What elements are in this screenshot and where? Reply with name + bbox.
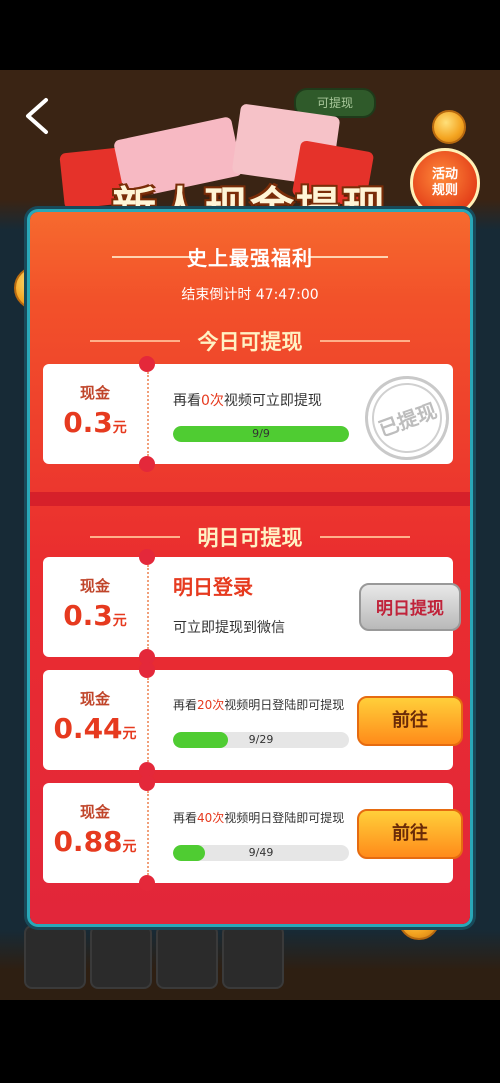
chevron-left-icon [26, 98, 48, 134]
go-button[interactable]: 前往 [357, 809, 463, 859]
task-suffix: 视频可立即提现 [223, 393, 322, 409]
task-description: 再看0次视频可立即提现 [173, 390, 322, 410]
login-title: 明日登录 [173, 575, 253, 599]
cash-label: 现金 [79, 384, 110, 402]
tomorrow-task-card: 现金 0.88元 再看40次视频明日登陆即可提现 9/49 前往 [43, 775, 463, 891]
withdraw-tomorrow-button[interactable]: 明日提现 [359, 583, 461, 631]
pet-slot [90, 925, 152, 989]
card-notch [139, 356, 155, 372]
activity-rules-button[interactable]: 活动 规则 [410, 148, 480, 218]
cash-label: 现金 [79, 803, 110, 821]
amount-value: 0.44 [53, 712, 123, 745]
cash-amount: 0.3元 [43, 599, 147, 632]
divider [147, 565, 149, 649]
cash-amount: 0.3元 [43, 406, 147, 439]
divider [147, 678, 149, 762]
task-count: 20次 [197, 698, 225, 712]
task-prefix: 再看 [173, 811, 198, 825]
pet-slot [222, 925, 284, 989]
progress-bar: 9/9 [173, 426, 349, 442]
today-section-title: 今日可提现 [197, 330, 303, 354]
amount-value: 0.88 [53, 825, 123, 858]
task-suffix: 视频明日登陆即可提现 [224, 698, 345, 712]
amount-unit: 元 [112, 613, 127, 629]
cash-amount: 0.44元 [43, 712, 147, 745]
pet-slot [24, 925, 86, 989]
task-prefix: 再看 [173, 698, 198, 712]
countdown-timer: 结束倒计时 47:47:00 [181, 287, 319, 303]
progress-text: 9/29 [248, 733, 274, 746]
card-notch [139, 775, 155, 791]
task-prefix: 再看 [173, 393, 201, 409]
progress-text: 9/49 [248, 846, 274, 859]
divider [147, 791, 149, 875]
pet-slot [156, 925, 218, 989]
tomorrow-login-card: 现金 0.3元 明日登录 可立即提现到微信 明日提现 [43, 549, 461, 665]
today-withdraw-card: 现金 0.3元 再看0次视频可立即提现 9/9 已提现 [43, 356, 461, 472]
amount-unit: 元 [122, 839, 137, 855]
status-area [0, 0, 500, 70]
amount-value: 0.3 [63, 599, 113, 632]
panel-subtitle: 史上最强福利 [187, 246, 313, 270]
cash-amount: 0.88元 [43, 825, 147, 858]
divider [147, 372, 149, 456]
tomorrow-task-card: 现金 0.44元 再看20次视频明日登陆即可提现 9/29 前往 [43, 662, 463, 778]
card-notch [139, 875, 155, 891]
progress-bar: 9/29 [173, 732, 349, 748]
amount-value: 0.3 [63, 406, 113, 439]
task-description: 再看20次视频明日登陆即可提现 [173, 696, 344, 713]
cash-label: 现金 [79, 577, 110, 595]
cash-label: 现金 [79, 690, 110, 708]
tomorrow-section-title: 明日可提现 [197, 526, 303, 550]
amount-unit: 元 [112, 420, 127, 436]
progress-bar: 9/49 [173, 845, 349, 861]
bottom-area [0, 1000, 500, 1083]
withdrawn-stamp: 已提现 [353, 364, 461, 472]
task-count: 40次 [197, 811, 225, 825]
back-button[interactable] [20, 96, 60, 136]
section-divider [30, 492, 470, 506]
coin-icon [432, 110, 466, 144]
task-description: 再看40次视频明日登陆即可提现 [173, 809, 344, 826]
amount-unit: 元 [122, 726, 137, 742]
rules-label: 活动 规则 [431, 167, 458, 198]
login-subtitle: 可立即提现到微信 [173, 620, 285, 636]
task-suffix: 视频明日登陆即可提现 [224, 811, 345, 825]
withdraw-panel: 史上最强福利 结束倒计时 47:47:00 今日可提现 现金 0.3元 再看0次… [30, 212, 470, 924]
card-notch [139, 549, 155, 565]
progress-text: 9/9 [252, 427, 270, 440]
task-count: 0次 [201, 393, 224, 409]
go-button[interactable]: 前往 [357, 696, 463, 746]
card-notch [139, 662, 155, 678]
card-notch [139, 456, 155, 472]
